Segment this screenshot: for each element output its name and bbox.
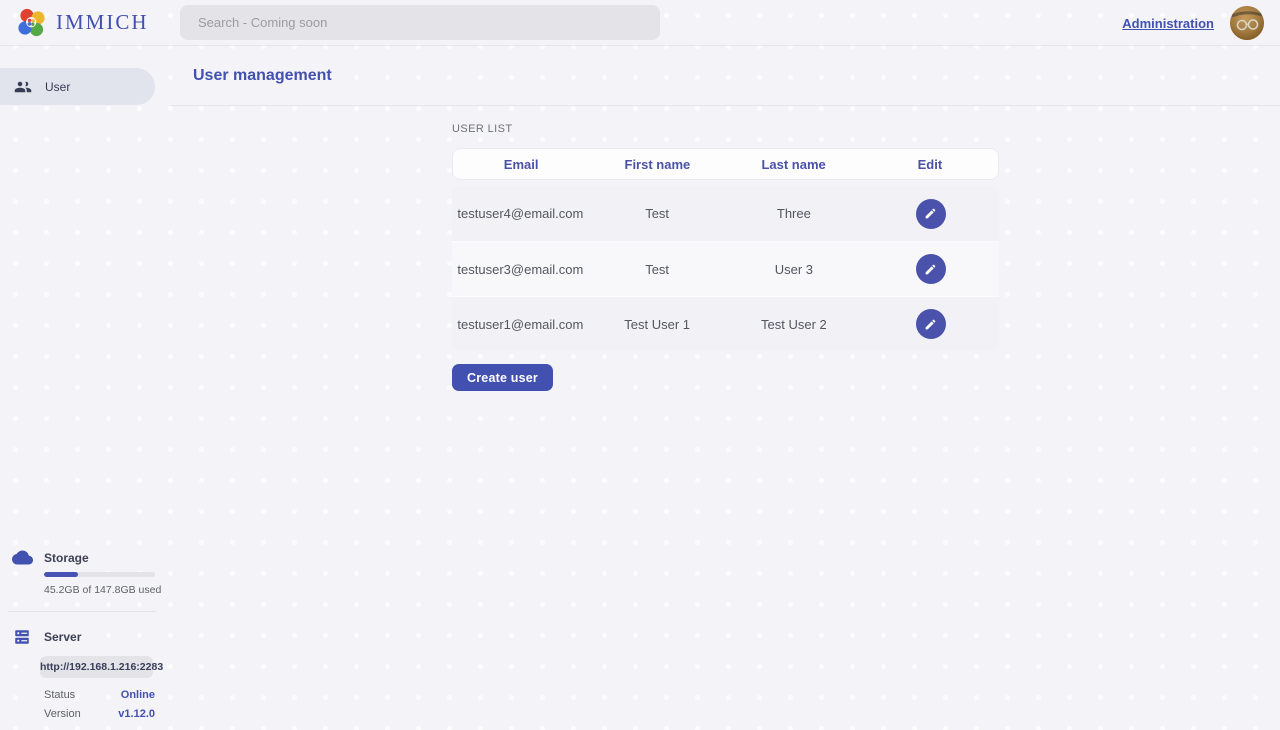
users-icon bbox=[14, 78, 32, 96]
storage-title: Storage bbox=[44, 551, 89, 565]
user-avatar[interactable] bbox=[1230, 6, 1264, 40]
table-row: testuser1@email.com Test User 1 Test Use… bbox=[452, 296, 999, 351]
main-area: User management USER LIST Email First na… bbox=[170, 47, 1280, 730]
storage-progress-bar bbox=[44, 572, 155, 577]
app-logo[interactable]: IMMICH bbox=[16, 7, 149, 39]
server-icon bbox=[0, 628, 44, 646]
create-user-button[interactable]: Create user bbox=[452, 364, 553, 391]
top-bar: IMMICH Administration bbox=[0, 0, 1280, 46]
edit-user-button[interactable] bbox=[916, 309, 946, 339]
cell-email: testuser1@email.com bbox=[452, 317, 589, 332]
table-row: testuser4@email.com Test Three bbox=[452, 186, 999, 241]
column-header-first-name: First name bbox=[589, 157, 725, 172]
pencil-icon bbox=[924, 207, 937, 220]
pencil-icon bbox=[924, 318, 937, 331]
immich-flower-icon bbox=[16, 7, 48, 39]
cell-email: testuser4@email.com bbox=[452, 206, 589, 221]
sidebar: User Storage 45.2GB of 147.8GB used bbox=[0, 47, 170, 730]
edit-user-button[interactable] bbox=[916, 199, 946, 229]
table-header-row: Email First name Last name Edit bbox=[452, 148, 999, 180]
version-label: Version bbox=[44, 708, 81, 720]
server-url: http://192.168.1.216:2283 bbox=[40, 656, 153, 678]
storage-section-header: Storage bbox=[0, 550, 170, 565]
sidebar-item-user[interactable]: User bbox=[0, 68, 155, 105]
user-table: testuser4@email.com Test Three testuser3… bbox=[452, 186, 999, 351]
cell-first-name: Test bbox=[589, 262, 726, 277]
cell-last-name: User 3 bbox=[726, 262, 863, 277]
version-value: v1.12.0 bbox=[118, 708, 155, 720]
section-label: USER LIST bbox=[452, 123, 999, 135]
cell-last-name: Three bbox=[726, 206, 863, 221]
cell-email: testuser3@email.com bbox=[452, 262, 589, 277]
storage-progress-fill bbox=[44, 572, 78, 577]
administration-link[interactable]: Administration bbox=[1122, 16, 1214, 31]
server-status-row: Status Online bbox=[44, 689, 155, 701]
user-list-section: USER LIST Email First name Last name Edi… bbox=[452, 123, 999, 391]
page-title: User management bbox=[193, 67, 332, 85]
sidebar-divider bbox=[8, 611, 156, 612]
column-header-edit: Edit bbox=[862, 157, 998, 172]
server-version-row: Version v1.12.0 bbox=[44, 708, 155, 720]
sidebar-item-label: User bbox=[45, 80, 70, 94]
storage-usage-text: 45.2GB of 147.8GB used bbox=[44, 584, 170, 596]
cell-first-name: Test User 1 bbox=[589, 317, 726, 332]
column-header-last-name: Last name bbox=[726, 157, 862, 172]
status-value: Online bbox=[121, 689, 155, 701]
sidebar-status-panel: Storage 45.2GB of 147.8GB used Server ht… bbox=[0, 550, 170, 720]
column-header-email: Email bbox=[453, 157, 589, 172]
cell-first-name: Test bbox=[589, 206, 726, 221]
status-label: Status bbox=[44, 689, 75, 701]
table-row: testuser3@email.com Test User 3 bbox=[452, 241, 999, 296]
server-title: Server bbox=[44, 630, 81, 644]
edit-user-button[interactable] bbox=[916, 254, 946, 284]
cloud-icon bbox=[0, 550, 44, 565]
page-title-bar: User management bbox=[170, 47, 1280, 106]
server-section-header: Server bbox=[0, 628, 170, 646]
search-input[interactable] bbox=[180, 5, 660, 40]
pencil-icon bbox=[924, 263, 937, 276]
cell-last-name: Test User 2 bbox=[726, 317, 863, 332]
app-name: IMMICH bbox=[56, 10, 149, 35]
